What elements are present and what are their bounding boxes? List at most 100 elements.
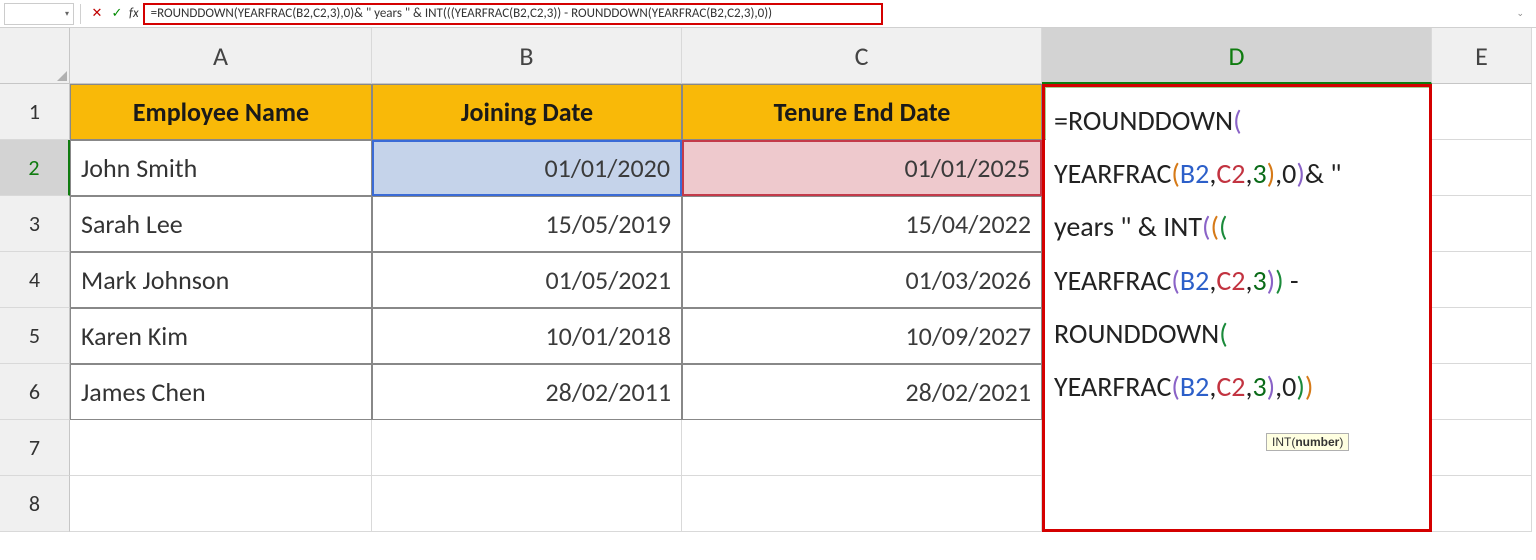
cell-B5[interactable]: 10/01/2018 bbox=[372, 308, 682, 364]
cell-B2[interactable]: 01/01/2020 bbox=[372, 140, 682, 196]
cell-B1[interactable]: Joining Date bbox=[372, 84, 682, 140]
formula-token: C2 bbox=[1216, 369, 1245, 404]
col-header-C[interactable]: C bbox=[682, 28, 1042, 84]
col-header-B[interactable]: B bbox=[372, 28, 682, 84]
cell-A3[interactable]: Sarah Lee bbox=[70, 196, 372, 252]
formula-token: YEARFRAC bbox=[1054, 156, 1171, 191]
cell-B7[interactable] bbox=[372, 420, 682, 476]
cell-E4[interactable] bbox=[1432, 252, 1532, 308]
cell-C5[interactable]: 10/09/2027 bbox=[682, 308, 1042, 364]
formula-token: ) bbox=[1267, 156, 1276, 191]
tooltip-close: ) bbox=[1339, 435, 1343, 449]
formula-input[interactable]: =ROUNDDOWN(YEARFRAC(B2,C2,3),0)& " years… bbox=[143, 3, 883, 25]
cell-A5[interactable]: Karen Kim bbox=[70, 308, 372, 364]
confirm-button[interactable]: ✓ bbox=[107, 4, 127, 24]
row-header-5[interactable]: 5 bbox=[0, 308, 70, 364]
row-header-3[interactable]: 3 bbox=[0, 196, 70, 252]
cell-A7[interactable] bbox=[70, 420, 372, 476]
cell-C3[interactable]: 15/04/2022 bbox=[682, 196, 1042, 252]
formula-token: & " bbox=[1305, 156, 1348, 191]
formula-token: B2 bbox=[1180, 369, 1209, 404]
formula-token: 3 bbox=[1252, 369, 1266, 404]
formula-token: YEARFRAC bbox=[1054, 369, 1171, 404]
function-tooltip: INT(number) bbox=[1266, 433, 1349, 451]
column-B: B Joining Date 01/01/2020 15/05/2019 01/… bbox=[372, 28, 682, 560]
formula-token: ) bbox=[1305, 369, 1314, 404]
check-icon: ✓ bbox=[112, 6, 123, 21]
cell-B6[interactable]: 28/02/2011 bbox=[372, 364, 682, 420]
cell-C1[interactable]: Tenure End Date bbox=[682, 84, 1042, 140]
cell-C4[interactable]: 01/03/2026 bbox=[682, 252, 1042, 308]
divider bbox=[80, 4, 81, 24]
formula-token: =ROUNDDOWN bbox=[1054, 103, 1233, 138]
cell-B3[interactable]: 15/05/2019 bbox=[372, 196, 682, 252]
cell-C6[interactable]: 28/02/2021 bbox=[682, 364, 1042, 420]
spreadsheet-grid: 1 2 3 4 5 6 7 8 A Employee Name John Smi… bbox=[0, 28, 1536, 560]
cell-E3[interactable] bbox=[1432, 196, 1532, 252]
formula-token: C2 bbox=[1216, 156, 1245, 191]
chevron-down-icon[interactable]: ▾ bbox=[65, 9, 69, 19]
cell-E7[interactable] bbox=[1432, 420, 1532, 476]
formula-token: ROUNDDOWN bbox=[1054, 316, 1219, 351]
formula-token: ( bbox=[1202, 209, 1211, 244]
formula-token: ) bbox=[1296, 369, 1305, 404]
cell-E8[interactable] bbox=[1432, 476, 1532, 532]
formula-token: ,0 bbox=[1275, 369, 1296, 404]
formula-token: ( bbox=[1171, 369, 1180, 404]
cell-B4[interactable]: 01/05/2021 bbox=[372, 252, 682, 308]
cell-A2[interactable]: John Smith bbox=[70, 140, 372, 196]
col-header-E[interactable]: E bbox=[1432, 28, 1532, 84]
cell-E1[interactable] bbox=[1432, 84, 1532, 140]
chevron-down-icon[interactable]: ⌄ bbox=[1516, 8, 1524, 19]
row-header-1[interactable]: 1 bbox=[0, 84, 70, 140]
formula-token: - bbox=[1284, 263, 1305, 298]
cell-B8[interactable] bbox=[372, 476, 682, 532]
formula-token: B2 bbox=[1180, 156, 1209, 191]
row-header-2[interactable]: 2 bbox=[0, 140, 70, 196]
column-A: A Employee Name John Smith Sarah Lee Mar… bbox=[70, 28, 372, 560]
column-C: C Tenure End Date 01/01/2025 15/04/2022 … bbox=[682, 28, 1042, 560]
row-header-4[interactable]: 4 bbox=[0, 252, 70, 308]
row-header-7[interactable]: 7 bbox=[0, 420, 70, 476]
formula-token: years " & INT bbox=[1054, 209, 1202, 244]
cell-A8[interactable] bbox=[70, 476, 372, 532]
cell-C7[interactable] bbox=[682, 420, 1042, 476]
formula-token: ) bbox=[1267, 369, 1276, 404]
cancel-button[interactable]: ✕ bbox=[87, 4, 107, 24]
formula-token: B2 bbox=[1180, 263, 1209, 298]
formula-token: ( bbox=[1233, 103, 1242, 138]
active-cell-formula[interactable]: =ROUNDDOWN( YEARFRAC(B2,C2,3),0)& " year… bbox=[1046, 88, 1430, 528]
formula-token: ) bbox=[1267, 263, 1276, 298]
col-header-D[interactable]: D bbox=[1042, 28, 1432, 84]
row-header-6[interactable]: 6 bbox=[0, 364, 70, 420]
formula-token: ) bbox=[1275, 263, 1284, 298]
formula-token: ( bbox=[1211, 209, 1220, 244]
cell-A4[interactable]: Mark Johnson bbox=[70, 252, 372, 308]
cell-A1[interactable]: Employee Name bbox=[70, 84, 372, 140]
cell-C2[interactable]: 01/01/2025 bbox=[682, 140, 1042, 196]
formula-bar: ▾ ✕ ✓ fx =ROUNDDOWN(YEARFRAC(B2,C2,3),0)… bbox=[0, 0, 1536, 28]
cell-E5[interactable] bbox=[1432, 308, 1532, 364]
cell-A6[interactable]: James Chen bbox=[70, 364, 372, 420]
fx-label[interactable]: fx bbox=[129, 6, 139, 21]
formula-token: YEARFRAC bbox=[1054, 263, 1171, 298]
formula-token: C2 bbox=[1216, 263, 1245, 298]
row-header-8[interactable]: 8 bbox=[0, 476, 70, 532]
cell-E6[interactable] bbox=[1432, 364, 1532, 420]
select-all-corner[interactable] bbox=[0, 28, 70, 84]
col-header-A[interactable]: A bbox=[70, 28, 372, 84]
formula-token: ( bbox=[1171, 263, 1180, 298]
cell-E2[interactable] bbox=[1432, 140, 1532, 196]
row-headers: 1 2 3 4 5 6 7 8 bbox=[0, 28, 70, 560]
formula-token: 3 bbox=[1252, 156, 1266, 191]
formula-token: 3 bbox=[1252, 263, 1266, 298]
formula-token: ( bbox=[1171, 156, 1180, 191]
tooltip-func: INT( bbox=[1272, 435, 1295, 449]
name-box[interactable]: ▾ bbox=[4, 3, 74, 25]
formula-token: ( bbox=[1219, 209, 1228, 244]
cell-C8[interactable] bbox=[682, 476, 1042, 532]
formula-token: ( bbox=[1219, 316, 1228, 351]
formula-token: ) bbox=[1296, 156, 1305, 191]
formula-token: ,0 bbox=[1275, 156, 1296, 191]
formula-text: =ROUNDDOWN(YEARFRAC(B2,C2,3),0)& " years… bbox=[151, 6, 773, 21]
